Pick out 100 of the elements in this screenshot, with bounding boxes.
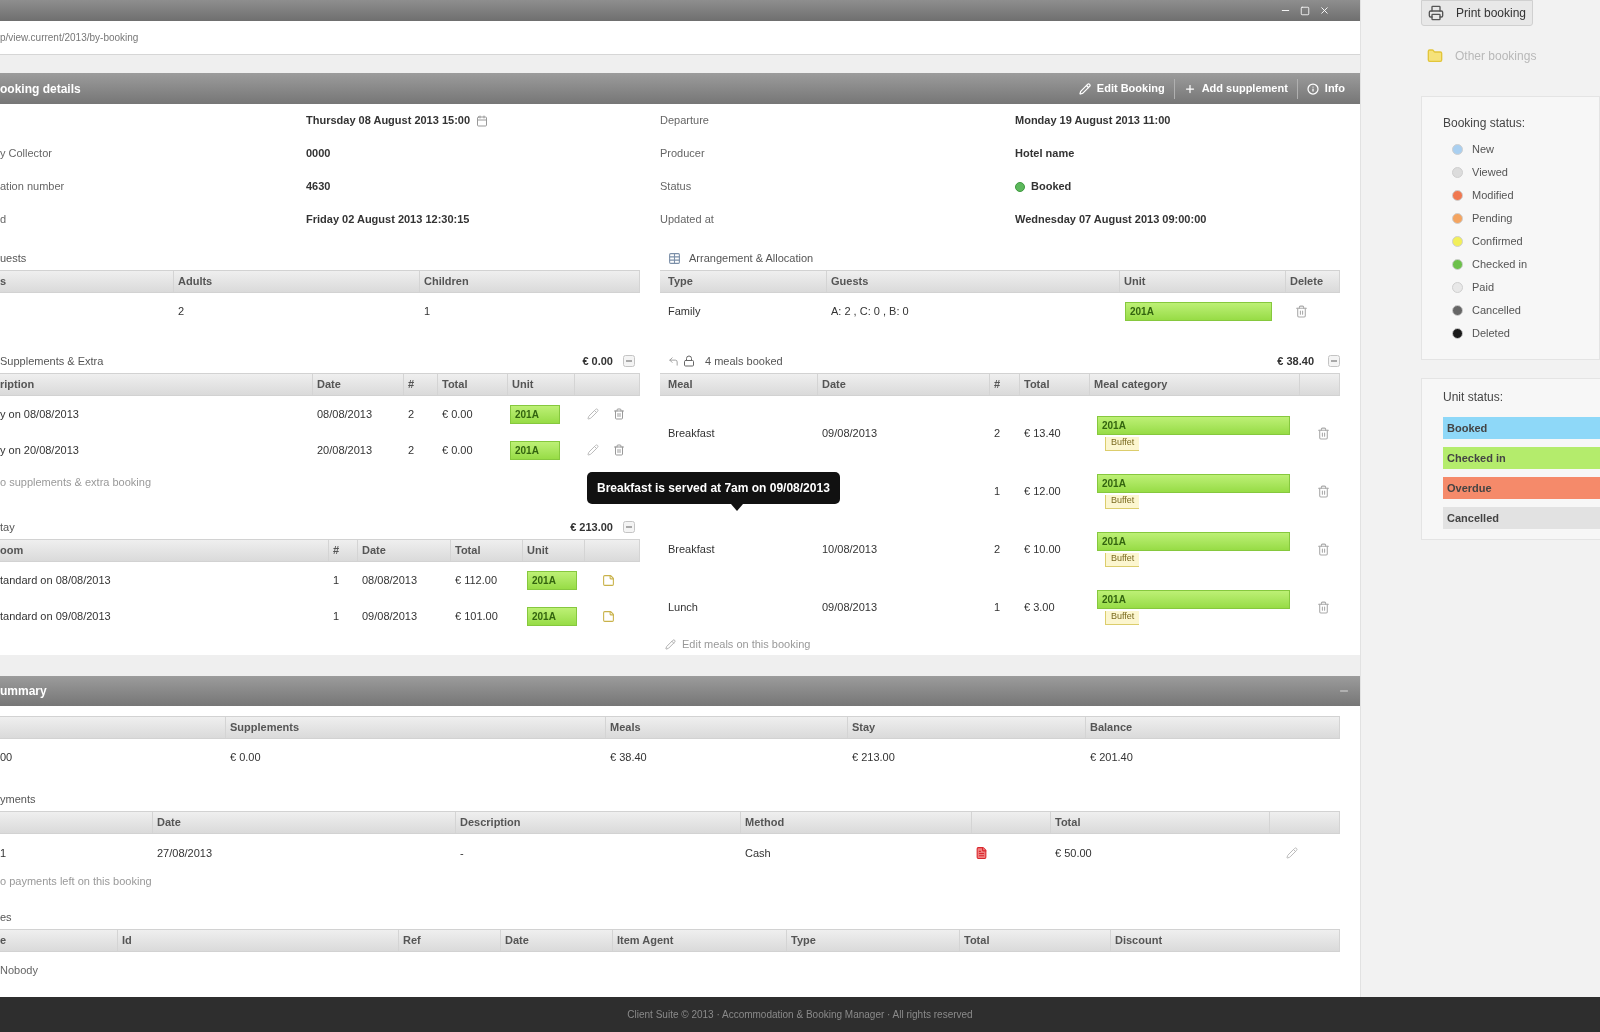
legend-bar: Cancelled [1443, 507, 1600, 529]
table-cell-text: € 101.00 [455, 608, 498, 624]
pencil-icon[interactable] [1286, 847, 1298, 859]
section-title: uests [0, 250, 27, 266]
header-button[interactable]: Info [1296, 78, 1354, 99]
column-header: Unit [527, 543, 549, 559]
section-title: yments [0, 791, 36, 807]
unit-badge: 201A [527, 570, 577, 590]
table-cell-text: € 0.00 [230, 749, 261, 765]
empty-note: Nobody [0, 962, 38, 978]
legend-label: New [1472, 142, 1494, 158]
table-cell-text: tandard on 09/08/2013 [0, 608, 111, 624]
field-value: Thursday 08 August 2013 15:00 [306, 113, 471, 129]
trash-icon[interactable] [1317, 600, 1330, 614]
pencil-icon[interactable] [587, 408, 599, 420]
collapse-icon[interactable] [623, 355, 635, 367]
table-cell-text: 1 [424, 303, 431, 319]
pencil-icon[interactable] [665, 638, 676, 650]
trash-icon[interactable] [613, 408, 625, 420]
trash-icon[interactable] [1317, 426, 1330, 440]
corner-arrow-icon[interactable] [668, 355, 679, 367]
empty-note: o payments left on this booking [0, 873, 152, 889]
breadcrumb: p/view.current/2013/by-booking [0, 31, 139, 45]
column-header: Total [1055, 815, 1081, 831]
panel-title: ooking details [0, 80, 81, 98]
table-cell-text: 20/08/2013 [317, 442, 373, 458]
table-icon [668, 251, 681, 265]
legend-label: Paid [1472, 280, 1495, 296]
table-cell-text: 1 [994, 599, 1001, 615]
field-value: Friday 02 August 2013 12:30:15 [306, 212, 470, 228]
table-cell-text: A: 2 , C: 0 , B: 0 [831, 303, 909, 319]
trash-icon[interactable] [1317, 542, 1330, 556]
table-cell-text: € 12.00 [1024, 483, 1061, 499]
unit-badge: 201A [527, 606, 577, 626]
meals-link[interactable]: Edit meals on this booking [682, 635, 811, 653]
trash-icon[interactable] [1317, 484, 1330, 498]
legend-label: Deleted [1472, 326, 1510, 342]
field-value: Monday 19 August 2013 11:00 [1015, 113, 1171, 129]
column-header: oom [0, 543, 24, 559]
note-icon[interactable] [602, 573, 615, 587]
field-label: Departure [660, 113, 709, 129]
table-cell-text: 2 [408, 442, 415, 458]
calendar-icon[interactable] [476, 114, 489, 127]
column-header: Adults [178, 274, 213, 290]
column-header: Meal [668, 377, 693, 393]
legend-title: Unit status: [1443, 389, 1505, 406]
table-cell-text: Breakfast [668, 425, 715, 441]
table-cell-text: 08/08/2013 [362, 572, 418, 588]
table-cell-text: 1 [333, 608, 340, 624]
table-cell-text: - [460, 845, 464, 861]
table-cell-text: y on 20/08/2013 [0, 442, 79, 458]
field-label: Producer [660, 146, 705, 162]
collapse-icon[interactable] [1328, 355, 1340, 367]
pencil-icon[interactable] [587, 444, 599, 456]
table-cell-text: € 0.00 [442, 442, 473, 458]
field-value: Wednesday 07 August 2013 09:00:00 [1015, 212, 1207, 228]
unit-bar: 201A [1097, 531, 1290, 551]
panel-title: ummary [0, 683, 47, 700]
collapse-icon[interactable] [623, 521, 635, 533]
table-cell-text: Cash [745, 845, 771, 861]
trash-icon[interactable] [1295, 304, 1308, 318]
table-cell-text: 27/08/2013 [157, 845, 213, 861]
table-cell-text: 2 [994, 425, 1001, 441]
column-header: e [0, 933, 7, 949]
column-header: Item Agent [617, 933, 674, 949]
table-cell-text: 00 [0, 749, 13, 765]
maximize-icon[interactable] [1300, 5, 1310, 16]
legend-label: Modified [1472, 188, 1514, 204]
table-cell-text: € 38.40 [610, 749, 647, 765]
document-icon[interactable] [975, 846, 988, 860]
legend-label: Pending [1472, 211, 1513, 227]
lock-icon [683, 355, 695, 367]
header-button[interactable]: Add supplement [1173, 78, 1297, 99]
table-cell-text: € 10.00 [1024, 541, 1061, 557]
legend-bar: Booked [1443, 417, 1600, 439]
column-header: Date [317, 377, 341, 393]
table-cell-text: € 112.00 [455, 572, 497, 588]
field-label: ation number [0, 179, 65, 195]
column-header: Method [745, 815, 785, 831]
table-cell-text: Breakfast [668, 541, 715, 557]
column-header: Total [1024, 377, 1050, 393]
table-cell-text: € 3.00 [1024, 599, 1055, 615]
section-title: es [0, 909, 12, 925]
unit-bar: 201A [1097, 415, 1290, 435]
column-header: Children [424, 274, 469, 290]
meal-tag: Buffet [1105, 610, 1140, 625]
table-cell-text: € 13.40 [1024, 425, 1061, 441]
note-icon[interactable] [602, 609, 615, 623]
table-cell-text: 1 [333, 572, 340, 588]
close-icon[interactable] [1319, 5, 1330, 16]
field-label: d [0, 212, 7, 228]
column-header: Discount [1115, 933, 1163, 949]
header-button[interactable]: Edit Booking [1069, 78, 1174, 99]
meal-tag: Buffet [1105, 494, 1140, 509]
unit-badge: 201A [1125, 301, 1272, 321]
column-header: Date [505, 933, 529, 949]
trash-icon[interactable] [613, 444, 625, 456]
sidebar-button[interactable]: Print booking [1421, 0, 1534, 26]
column-header: s [0, 274, 7, 290]
column-header: Total [964, 933, 990, 949]
